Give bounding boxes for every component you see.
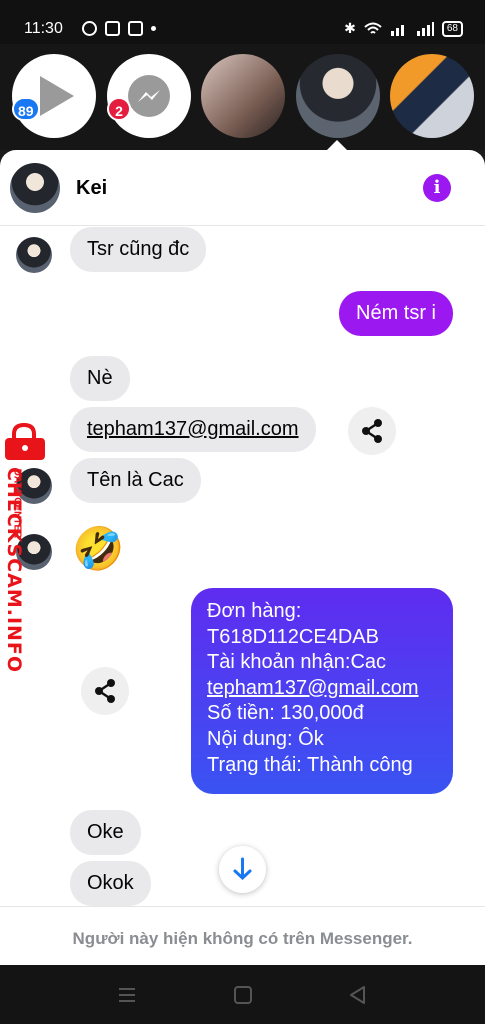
chat-header: Kei i <box>0 150 485 226</box>
messenger-notification-icon <box>82 21 97 36</box>
order-line: T618D112CE4DAB <box>207 625 379 648</box>
active-head-pointer <box>327 140 347 150</box>
signal-icon-2 <box>416 21 434 36</box>
chat-panel: Kei i Tsr cũng đc Ném tsr i Nè tepham137… <box>0 150 485 965</box>
more-notifications-icon <box>151 26 156 31</box>
battery-indicator: 68 <box>441 20 463 37</box>
arrow-down-icon <box>233 857 252 881</box>
incoming-message[interactable]: Tsr cũng đc <box>70 227 207 272</box>
incoming-message[interactable]: Okok <box>70 861 151 906</box>
order-line: Đơn hàng: <box>207 600 302 622</box>
unavailable-footer: Người này hiện không có trên Messenger. <box>0 906 485 965</box>
incoming-message[interactable]: Tên là Cac <box>70 458 201 503</box>
share-button[interactable] <box>348 407 396 455</box>
order-line: Tài khoản nhận:Cac <box>207 651 387 674</box>
play-icon <box>40 76 74 116</box>
chat-head-messenger[interactable] <box>107 54 191 138</box>
message-avatar <box>16 237 52 273</box>
unread-badge-messenger: 2 <box>107 97 131 121</box>
incoming-message[interactable]: Oke <box>70 810 141 855</box>
share-icon <box>95 679 115 703</box>
outgoing-message[interactable]: Ném tsr i <box>339 291 453 336</box>
notification-icons <box>82 21 156 36</box>
share-icon <box>362 419 382 443</box>
messenger-icon <box>128 75 170 117</box>
order-email-link[interactable]: tepham137@gmail.com <box>207 676 437 702</box>
chat-heads-bar: 89 2 <box>0 44 485 150</box>
system-icons: ✱ 68 <box>344 20 463 37</box>
contact-avatar[interactable] <box>10 163 60 213</box>
bluetooth-icon: ✱ <box>344 20 356 36</box>
app-notification-icon <box>105 21 120 36</box>
chat-head-contact-kei[interactable] <box>296 54 380 138</box>
order-line: Số tiền: 130,000đ <box>207 702 364 725</box>
scroll-to-bottom-button[interactable] <box>219 846 266 893</box>
order-line: Nội dung: Ôk <box>207 727 324 750</box>
status-bar: 11:30 ✱ 68 <box>0 0 485 44</box>
wifi-icon <box>364 22 382 34</box>
message-avatar <box>16 534 52 570</box>
contact-name[interactable]: Kei <box>76 177 107 200</box>
emoji-message[interactable]: 🤣 <box>72 524 124 574</box>
chat-head-video-app[interactable] <box>12 54 96 138</box>
unread-badge-video: 89 <box>12 97 40 121</box>
chat-head-contact-photo[interactable] <box>201 54 285 138</box>
status-time: 11:30 <box>24 20 63 37</box>
order-line: Trạng thái: Thành công <box>207 753 413 776</box>
signal-icon <box>390 24 404 36</box>
info-icon[interactable]: i <box>423 174 451 202</box>
incoming-message[interactable]: Nè <box>70 356 130 401</box>
read-receipt-avatar <box>16 468 52 504</box>
home-icon[interactable] <box>233 985 253 1005</box>
system-navigation-bar <box>0 965 485 1024</box>
shop-notification-icon <box>128 21 143 36</box>
share-button[interactable] <box>81 667 129 715</box>
chat-head-contact-naruto[interactable] <box>390 54 474 138</box>
outgoing-order-message[interactable]: Đơn hàng: T618D112CE4DAB Tài khoản nhận:… <box>191 588 453 794</box>
incoming-message-email[interactable]: tepham137@gmail.com <box>70 407 316 452</box>
menu-icon[interactable] <box>117 985 137 1005</box>
back-icon[interactable] <box>348 985 368 1005</box>
unavailable-notice: Người này hiện không có trên Messenger. <box>72 929 413 948</box>
